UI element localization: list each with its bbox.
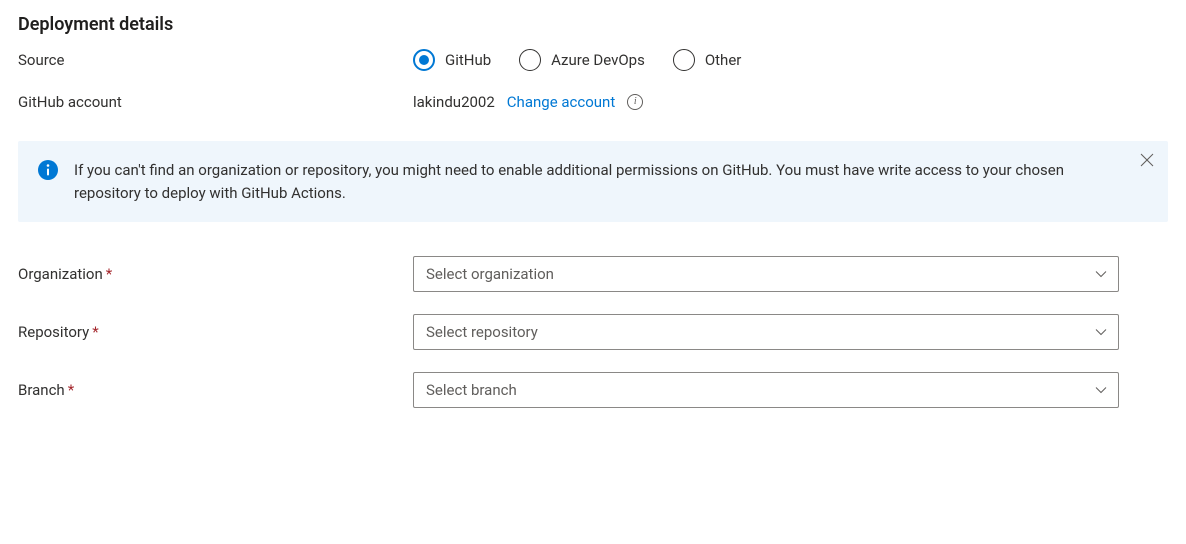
- chevron-down-icon: [1094, 383, 1108, 397]
- source-radio-azuredevops[interactable]: Azure DevOps: [519, 49, 645, 71]
- branch-label: Branch: [18, 381, 65, 399]
- source-label: Source: [18, 51, 413, 69]
- required-asterisk: *: [106, 265, 112, 283]
- chevron-down-icon: [1094, 325, 1108, 339]
- github-account-value: lakindu2002: [413, 93, 495, 111]
- source-radio-azuredevops-label: Azure DevOps: [551, 51, 645, 69]
- github-account-label: GitHub account: [18, 93, 413, 111]
- source-radio-github-label: GitHub: [445, 51, 491, 69]
- source-radio-other[interactable]: Other: [673, 49, 742, 71]
- change-account-link[interactable]: Change account: [507, 93, 615, 111]
- permissions-info-banner: If you can't find an organization or rep…: [18, 141, 1168, 222]
- source-row: Source GitHub Azure DevOps Other: [18, 49, 1168, 71]
- radio-icon: [519, 49, 541, 71]
- info-icon: [38, 160, 58, 204]
- repository-label: Repository: [18, 323, 89, 341]
- radio-icon: [413, 49, 435, 71]
- source-radio-group: GitHub Azure DevOps Other: [413, 49, 1168, 71]
- repository-label-col: Repository*: [18, 323, 413, 341]
- source-radio-other-label: Other: [705, 51, 742, 69]
- branch-row: Branch* Select branch: [18, 372, 1168, 408]
- required-asterisk: *: [92, 323, 98, 341]
- organization-label: Organization: [18, 265, 103, 283]
- repository-row: Repository* Select repository: [18, 314, 1168, 350]
- organization-placeholder: Select organization: [426, 265, 554, 283]
- branch-placeholder: Select branch: [426, 381, 517, 399]
- branch-select[interactable]: Select branch: [413, 372, 1119, 408]
- branch-label-col: Branch*: [18, 381, 413, 399]
- close-icon[interactable]: [1140, 153, 1154, 167]
- organization-label-col: Organization*: [18, 265, 413, 283]
- github-account-row: GitHub account lakindu2002 Change accoun…: [18, 93, 1168, 111]
- info-banner-text: If you can't find an organization or rep…: [74, 159, 1124, 204]
- repository-select[interactable]: Select repository: [413, 314, 1119, 350]
- chevron-down-icon: [1094, 267, 1108, 281]
- section-title: Deployment details: [18, 14, 1168, 35]
- organization-row: Organization* Select organization: [18, 256, 1168, 292]
- info-icon[interactable]: i: [627, 94, 643, 110]
- source-radio-github[interactable]: GitHub: [413, 49, 491, 71]
- organization-select[interactable]: Select organization: [413, 256, 1119, 292]
- repository-placeholder: Select repository: [426, 323, 538, 341]
- required-asterisk: *: [68, 381, 74, 399]
- radio-icon: [673, 49, 695, 71]
